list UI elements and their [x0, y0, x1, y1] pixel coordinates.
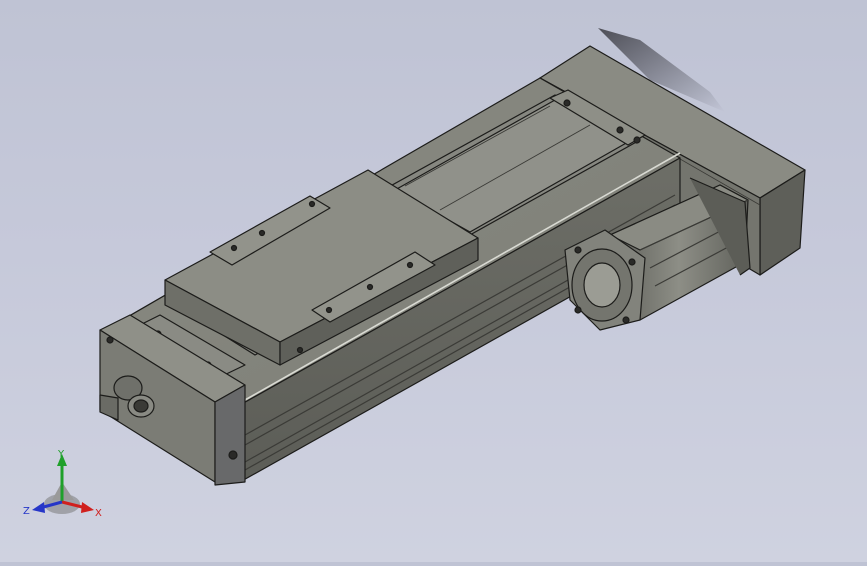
x-axis-label: X — [95, 508, 102, 519]
view-orientation-triad[interactable]: Y X Z — [22, 448, 106, 524]
linear-actuator-model[interactable] — [0, 0, 867, 562]
graphics-viewport[interactable] — [0, 0, 867, 562]
y-axis-label: Y — [57, 449, 65, 460]
z-axis-label: Z — [23, 506, 30, 517]
